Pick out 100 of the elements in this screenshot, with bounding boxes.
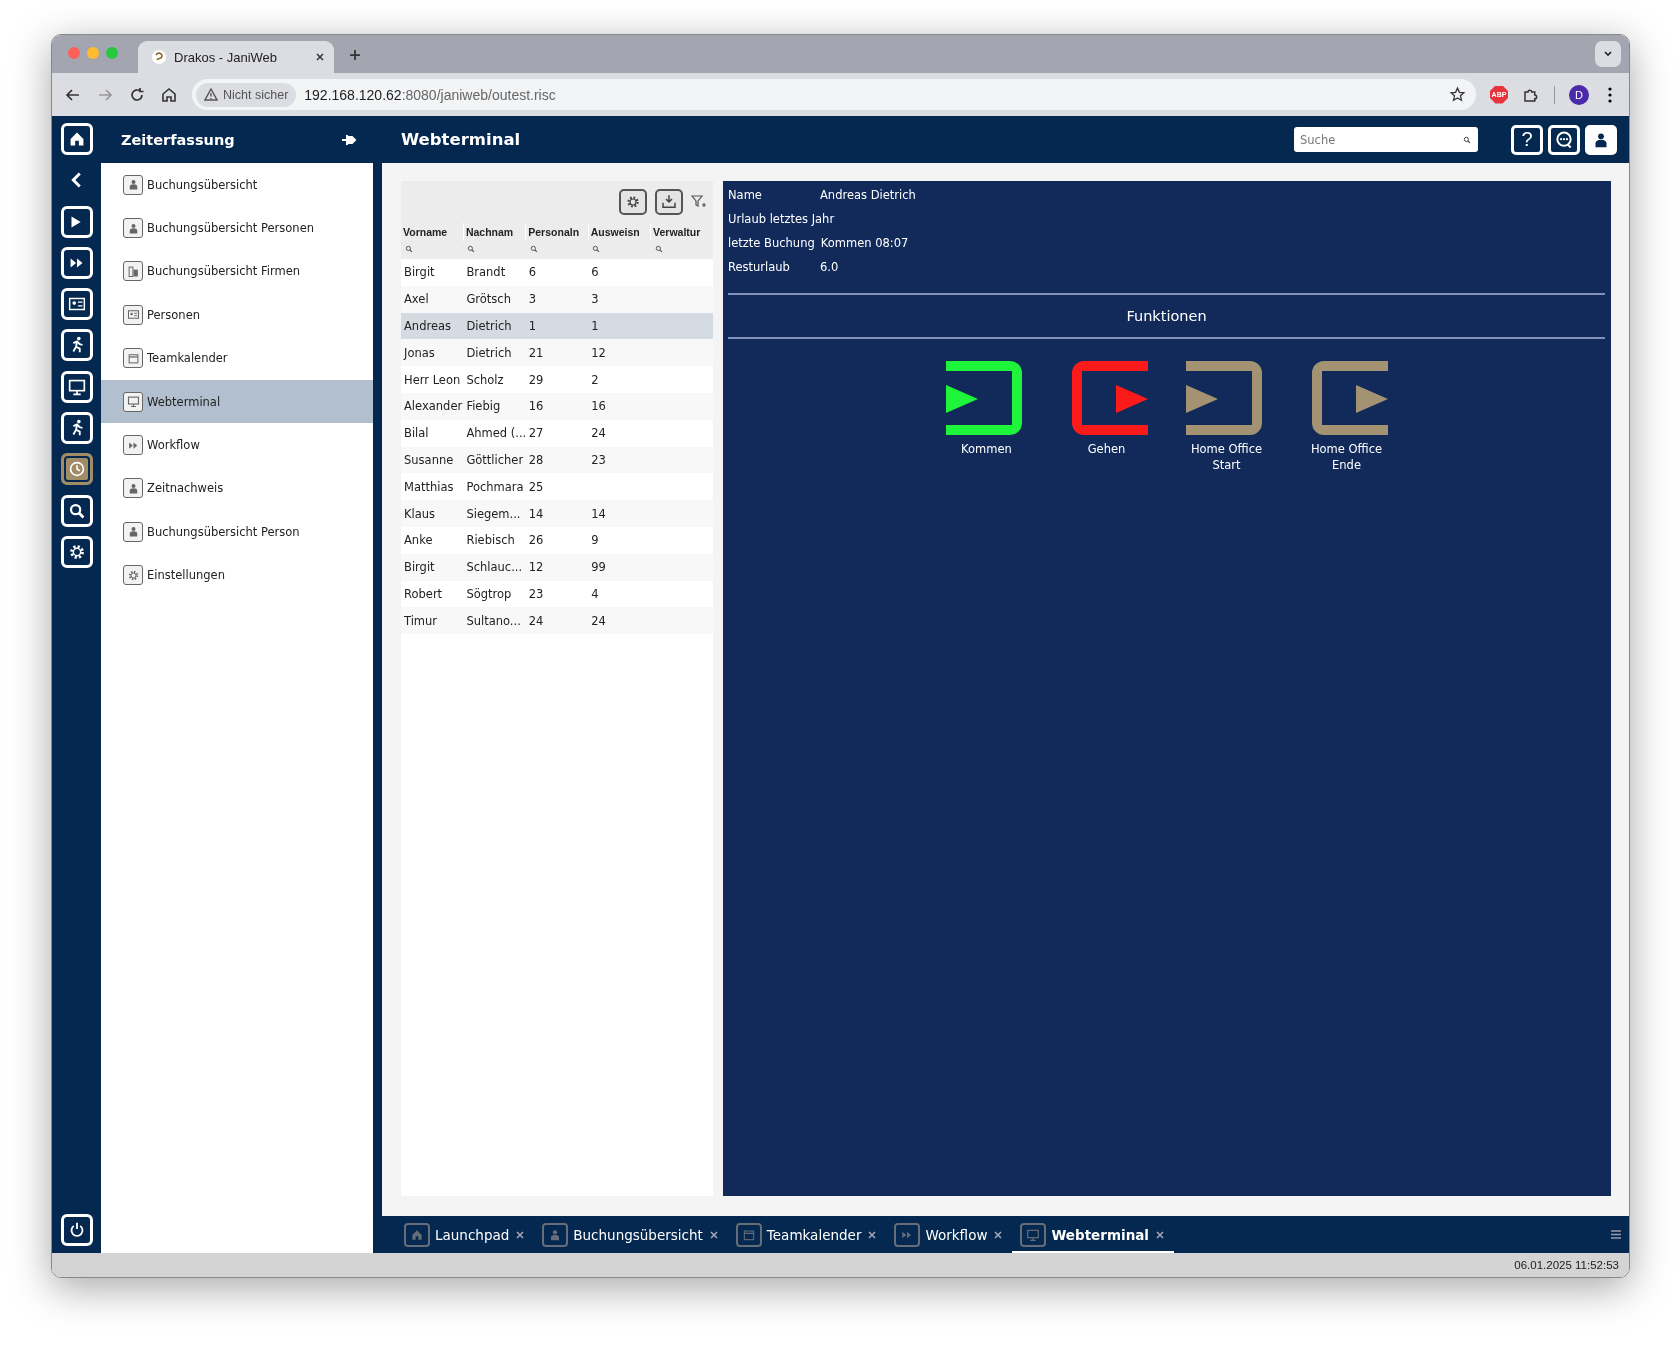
home-icon[interactable] xyxy=(60,123,93,155)
pin-icon[interactable] xyxy=(341,132,357,147)
chat-icon[interactable] xyxy=(1548,124,1580,155)
settings-button[interactable] xyxy=(619,189,647,215)
close-tab-icon[interactable] xyxy=(314,51,326,63)
table-row[interactable]: Anke Riebisch 26 9 xyxy=(401,526,713,554)
running-person-icon[interactable] xyxy=(60,329,93,362)
warning-icon xyxy=(204,88,218,101)
table-row[interactable]: Klaus Siegem... 14 14 xyxy=(401,500,713,527)
workspace-tab[interactable]: Teamkalender xyxy=(727,1216,887,1253)
close-icon[interactable] xyxy=(992,1228,1005,1241)
table-cell: 24 xyxy=(591,426,606,441)
browser-tab[interactable]: Drakos - JaniWeb xyxy=(138,41,334,73)
clock-icon[interactable] xyxy=(60,453,93,486)
table-cell: Robert xyxy=(404,586,443,601)
sidebar-item[interactable]: Buchungsübersicht xyxy=(101,163,373,207)
table-row[interactable]: Alexander Fiebig 16 16 xyxy=(401,393,713,420)
workspace-tab[interactable]: Launchpad xyxy=(396,1216,535,1253)
download-icon[interactable] xyxy=(660,193,678,211)
table-row[interactable]: Timur Sultano... 24 24 xyxy=(401,607,713,635)
settings-icon[interactable] xyxy=(60,535,93,568)
table-cell: 24 xyxy=(591,613,606,628)
url-text: 192.168.120.62:8080/janiweb/outest.risc xyxy=(304,86,557,103)
search-icon[interactable] xyxy=(1462,134,1472,145)
reload-icon[interactable] xyxy=(128,85,146,104)
address-bar[interactable]: Nicht sicher 192.168.120.62:8080/janiweb/outest.risc xyxy=(192,79,1476,110)
play-icon[interactable] xyxy=(60,205,93,238)
person-icon xyxy=(123,174,143,195)
table-cell: Klaus xyxy=(404,506,436,521)
sidebar-item[interactable]: Workflow xyxy=(101,423,373,467)
table-row[interactable]: Andreas Dietrich 1 1 xyxy=(401,312,713,340)
power-icon[interactable] xyxy=(60,1214,93,1246)
table-cell: 12 xyxy=(591,345,606,360)
table-row[interactable]: Axel Grötsch 3 3 xyxy=(401,285,713,313)
fast-forward-icon[interactable] xyxy=(60,246,93,279)
search-field[interactable]: Suche xyxy=(1294,127,1478,152)
profile-avatar[interactable]: D xyxy=(1569,84,1589,105)
table-cell: 3 xyxy=(528,292,537,307)
function-button[interactable]: Home Office Ende xyxy=(1300,361,1393,474)
table-cell: Timur xyxy=(404,613,438,628)
sidebar-item[interactable]: Buchungsübersicht Person xyxy=(101,510,373,554)
table-cell: 6 xyxy=(591,265,599,280)
field-value: Kommen 08:07 xyxy=(820,236,909,250)
column-header[interactable]: Ausweisn xyxy=(588,223,651,241)
table-row[interactable]: Matthias Pochmara 25 xyxy=(401,473,713,501)
table-cell: 9 xyxy=(591,533,599,548)
monitor-icon[interactable] xyxy=(60,370,93,403)
workspace-tab[interactable]: Buchungsübersicht xyxy=(534,1216,728,1253)
close-icon[interactable] xyxy=(1154,1228,1166,1241)
table-row[interactable]: Birgit Schlauc... 12 99 xyxy=(401,553,713,581)
column-header[interactable]: Vorname xyxy=(401,223,464,241)
table-row[interactable]: Birgit Brandt 6 6 xyxy=(401,259,713,286)
table-cell: Göttlicher xyxy=(466,452,524,467)
home-icon[interactable] xyxy=(160,85,178,104)
search-icon[interactable] xyxy=(60,494,93,527)
sidebar-item[interactable]: Zeitnachweis xyxy=(101,466,373,511)
tab-title: Drakos - JaniWeb xyxy=(174,49,279,65)
table-cell: 16 xyxy=(528,399,544,414)
sidebar-item[interactable]: Buchungsübersicht Firmen xyxy=(101,249,373,294)
id-card-icon xyxy=(123,304,143,325)
table-cell: Riebisch xyxy=(466,533,515,548)
page-title: Webterminal xyxy=(401,130,522,149)
function-button[interactable]: Kommen xyxy=(940,361,1033,474)
calendar-icon xyxy=(735,1222,762,1247)
sidebar-item[interactable]: Einstellungen xyxy=(101,553,373,597)
close-icon[interactable] xyxy=(514,1228,527,1241)
star-icon[interactable] xyxy=(1449,86,1466,103)
table-row[interactable]: Bilal Ahmed (... 27 24 xyxy=(401,419,713,447)
column-header[interactable]: Verwaltur xyxy=(650,223,713,241)
sidebar-item[interactable]: Webterminal xyxy=(101,379,373,424)
sidebar-item[interactable]: Teamkalender xyxy=(101,336,373,380)
table-row[interactable]: Jonas Dietrich 21 12 xyxy=(401,339,713,367)
id-card-icon[interactable] xyxy=(60,288,93,321)
column-header[interactable]: Nachnam xyxy=(463,223,526,241)
table-cell: Anke xyxy=(404,533,433,548)
close-icon[interactable] xyxy=(866,1228,879,1241)
table-cell: Dietrich xyxy=(466,319,512,333)
table-cell: Birgit xyxy=(404,265,435,280)
function-button[interactable]: Gehen xyxy=(1060,361,1153,474)
table-cell: Ahmed (... xyxy=(466,426,527,441)
help-button[interactable]: ? xyxy=(1511,124,1543,155)
workspace-tab[interactable]: Workflow xyxy=(886,1216,1013,1253)
sidebar-item[interactable]: Personen xyxy=(101,293,373,337)
sidebar-item[interactable]: Buchungsübersicht Personen xyxy=(101,206,373,250)
close-icon[interactable] xyxy=(707,1228,720,1241)
filter-icon[interactable] xyxy=(691,194,707,210)
fast-forward-icon xyxy=(894,1222,921,1247)
security-chip[interactable]: Nicht sicher xyxy=(196,82,297,107)
table-cell: 3 xyxy=(591,292,599,307)
table-cell: 23 xyxy=(528,586,544,601)
user-icon[interactable] xyxy=(1585,124,1617,155)
function-button[interactable]: Home Office Start xyxy=(1180,361,1273,474)
download-button[interactable] xyxy=(655,189,683,215)
table-row[interactable]: Susanne Göttlicher 28 23 xyxy=(401,446,713,474)
running-person-icon[interactable] xyxy=(60,412,93,445)
table-row[interactable]: Herr Leon Scholz 29 2 xyxy=(401,366,713,393)
table-row[interactable]: Robert Sögtrop 23 4 xyxy=(401,580,713,608)
table-cell: Axel xyxy=(404,292,429,307)
chevron-down-icon[interactable] xyxy=(1603,49,1613,59)
column-header[interactable]: Personaln xyxy=(525,223,589,241)
